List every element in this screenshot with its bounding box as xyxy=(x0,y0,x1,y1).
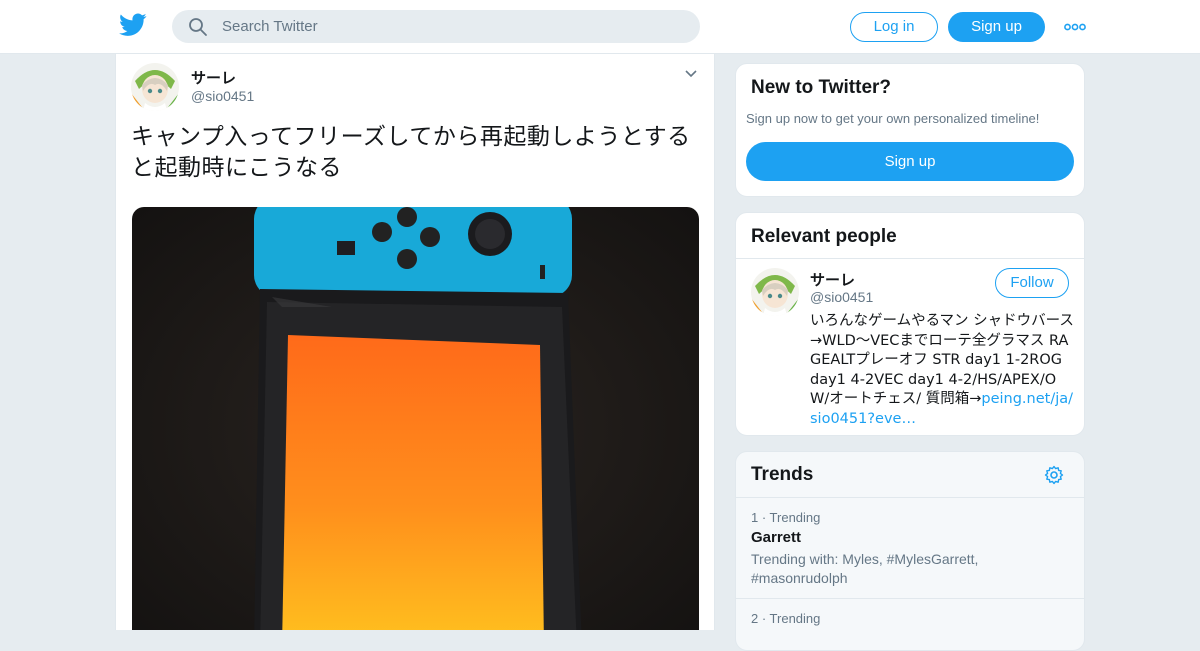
tweet-author-name[interactable]: サーレ xyxy=(191,67,236,88)
avatar-image xyxy=(131,63,179,111)
relevant-people-title: Relevant people xyxy=(751,226,897,247)
person-bio: いろんなゲームやるマン シャドウバース→WLD～VECまでローテ全グラマス RA… xyxy=(810,312,1074,429)
new-to-twitter-card: New to Twitter? Sign up now to get your … xyxy=(735,63,1085,197)
new-to-twitter-title: New to Twitter? xyxy=(751,77,892,98)
chevron-down-icon[interactable] xyxy=(684,68,698,80)
login-button[interactable]: Log in xyxy=(850,12,938,42)
twitter-bird-icon[interactable] xyxy=(119,13,147,37)
more-options-icon[interactable] xyxy=(1064,18,1086,36)
divider xyxy=(736,598,1084,599)
trend-item[interactable]: 2 · Trending xyxy=(751,611,1071,630)
trend-related: Trending with: Myles, #MylesGarrett, #ma… xyxy=(751,551,979,586)
top-navigation-bar: Log in Sign up xyxy=(0,0,1200,54)
person-handle[interactable]: @sio0451 xyxy=(810,289,873,305)
tweet-photo[interactable] xyxy=(132,207,699,630)
tweet-author-handle[interactable]: @sio0451 xyxy=(191,88,254,104)
relevant-people-card: Relevant people サーレ @sio0451 Follow いろんな… xyxy=(735,212,1085,436)
signup-button[interactable]: Sign up xyxy=(948,12,1045,42)
signup-large-button[interactable]: Sign up xyxy=(746,142,1074,181)
divider xyxy=(736,258,1084,259)
avatar[interactable] xyxy=(751,268,799,316)
person-name[interactable]: サーレ xyxy=(810,269,855,290)
avatar[interactable] xyxy=(131,63,179,111)
trends-card: Trends 1 · Trending Garrett Trending wit… xyxy=(735,451,1085,651)
follow-button[interactable]: Follow xyxy=(995,268,1069,298)
tweet-text: キャンプ入ってフリーズしてから再起動しようとすると起動時にこうなる xyxy=(131,124,691,181)
trend-rank: 1 · Trending xyxy=(751,510,821,525)
trend-item[interactable]: 1 · Trending Garrett Trending with: Myle… xyxy=(751,510,1071,588)
gear-icon[interactable] xyxy=(1044,465,1064,485)
search-icon xyxy=(189,17,207,36)
trend-rank: 2 · Trending xyxy=(751,611,821,626)
divider xyxy=(736,497,1084,498)
trend-name[interactable]: Garrett xyxy=(751,529,1071,546)
tweet-card: サーレ @sio0451 キャンプ入ってフリーズしてから再起動しようとすると起動… xyxy=(115,54,715,630)
search-bar[interactable] xyxy=(172,10,700,43)
trends-title: Trends xyxy=(751,464,814,485)
search-input[interactable] xyxy=(222,18,662,35)
new-to-twitter-subtitle: Sign up now to get your own personalized… xyxy=(746,111,1040,126)
avatar-image xyxy=(751,268,799,316)
nintendo-switch-photo xyxy=(132,207,699,630)
